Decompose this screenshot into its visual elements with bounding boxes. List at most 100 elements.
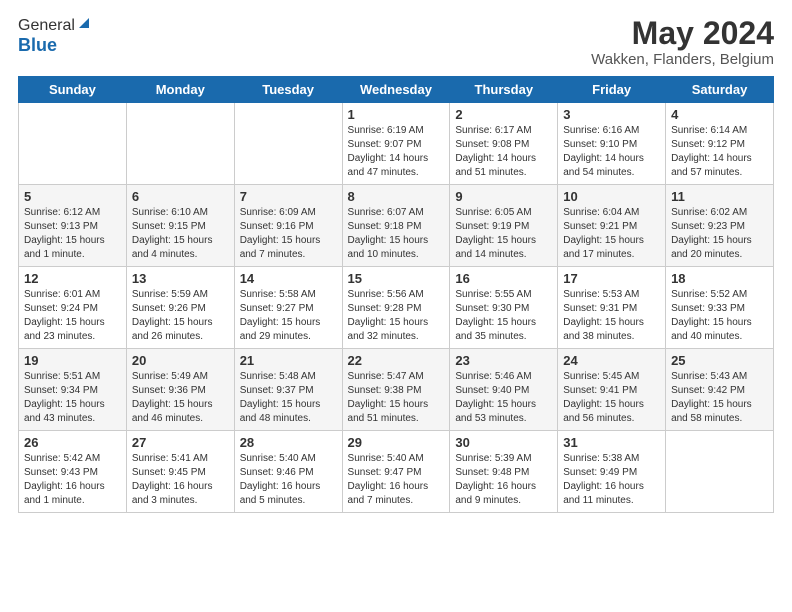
logo-blue-text: Blue [18,35,57,55]
calendar-cell: 6Sunrise: 6:10 AMSunset: 9:15 PMDaylight… [126,185,234,267]
col-header-saturday: Saturday [666,77,774,103]
cell-info: Sunrise: 5:52 AMSunset: 9:33 PMDaylight:… [671,288,768,344]
sunrise-text: Sunrise: 5:48 AM [240,370,337,384]
sunrise-text: Sunrise: 5:42 AM [24,452,121,466]
daylight-text: Daylight: 16 hours and 11 minutes. [563,480,660,508]
sunrise-text: Sunrise: 5:59 AM [132,288,229,302]
col-header-monday: Monday [126,77,234,103]
sunrise-text: Sunrise: 5:41 AM [132,452,229,466]
sunset-text: Sunset: 9:31 PM [563,302,660,316]
daylight-text: Daylight: 14 hours and 57 minutes. [671,152,768,180]
sunrise-text: Sunrise: 6:10 AM [132,206,229,220]
day-number: 6 [132,189,229,204]
logo-general-text: General [18,17,75,35]
day-number: 1 [348,107,445,122]
calendar-cell: 28Sunrise: 5:40 AMSunset: 9:46 PMDayligh… [234,431,342,513]
sunset-text: Sunset: 9:48 PM [455,466,552,480]
calendar-cell [126,103,234,185]
day-number: 24 [563,353,660,368]
day-number: 31 [563,435,660,450]
calendar-cell: 26Sunrise: 5:42 AMSunset: 9:43 PMDayligh… [19,431,127,513]
cell-info: Sunrise: 5:59 AMSunset: 9:26 PMDaylight:… [132,288,229,344]
daylight-text: Daylight: 15 hours and 29 minutes. [240,316,337,344]
calendar-cell: 25Sunrise: 5:43 AMSunset: 9:42 PMDayligh… [666,349,774,431]
calendar-cell: 31Sunrise: 5:38 AMSunset: 9:49 PMDayligh… [558,431,666,513]
sunset-text: Sunset: 9:38 PM [348,384,445,398]
logo-triangle-icon [77,16,91,30]
cell-info: Sunrise: 5:55 AMSunset: 9:30 PMDaylight:… [455,288,552,344]
daylight-text: Daylight: 15 hours and 53 minutes. [455,398,552,426]
sunset-text: Sunset: 9:42 PM [671,384,768,398]
col-header-tuesday: Tuesday [234,77,342,103]
calendar-cell: 4 Sunrise: 6:14 AMSunset: 9:12 PMDaylight… [666,103,774,185]
day-number: 27 [132,435,229,450]
calendar-table: SundayMondayTuesdayWednesdayThursdayFrid… [18,76,774,513]
calendar-week-1: 1Sunrise: 6:19 AMSunset: 9:07 PMDaylight… [19,103,774,185]
col-header-sunday: Sunday [19,77,127,103]
day-number: 18 [671,271,768,286]
sunrise-text: Sunrise: 6:16 AM [563,124,660,138]
calendar-cell: 12Sunrise: 6:01 AMSunset: 9:24 PMDayligh… [19,267,127,349]
calendar-cell: 19Sunrise: 5:51 AMSunset: 9:34 PMDayligh… [19,349,127,431]
calendar-cell: 18 Sunrise: 5:52 AMSunset: 9:33 PMDayligh… [666,267,774,349]
sunset-text: Sunset: 9:24 PM [24,302,121,316]
cell-info: Sunrise: 6:17 AMSunset: 9:08 PMDaylight:… [455,124,552,180]
daylight-text: Daylight: 16 hours and 1 minute. [24,480,121,508]
sunset-text: Sunset: 9:33 PM [671,302,768,316]
day-number: 15 [348,271,445,286]
day-number: 25 [671,353,768,368]
day-number: 9 [455,189,552,204]
sunset-text: Sunset: 9:12 PM [671,138,768,152]
daylight-text: Daylight: 15 hours and 40 minutes. [671,316,768,344]
title-block: May 2024 Wakken, Flanders, Belgium [591,16,774,68]
calendar-cell: 23Sunrise: 5:46 AMSunset: 9:40 PMDayligh… [450,349,558,431]
daylight-text: Daylight: 16 hours and 5 minutes. [240,480,337,508]
col-header-friday: Friday [558,77,666,103]
sunset-text: Sunset: 9:46 PM [240,466,337,480]
calendar-cell: 8Sunrise: 6:07 AMSunset: 9:18 PMDaylight… [342,185,450,267]
sunset-text: Sunset: 9:26 PM [132,302,229,316]
sunrise-text: Sunrise: 5:53 AM [563,288,660,302]
month-title: May 2024 [591,16,774,51]
day-number: 4 [671,107,768,122]
sunset-text: Sunset: 9:40 PM [455,384,552,398]
calendar-cell: 13Sunrise: 5:59 AMSunset: 9:26 PMDayligh… [126,267,234,349]
calendar-cell: 17Sunrise: 5:53 AMSunset: 9:31 PMDayligh… [558,267,666,349]
sunrise-text: Sunrise: 5:56 AM [348,288,445,302]
calendar-cell: 9Sunrise: 6:05 AMSunset: 9:19 PMDaylight… [450,185,558,267]
cell-info: Sunrise: 6:16 AMSunset: 9:10 PMDaylight:… [563,124,660,180]
cell-info: Sunrise: 6:01 AMSunset: 9:24 PMDaylight:… [24,288,121,344]
daylight-text: Daylight: 15 hours and 4 minutes. [132,234,229,262]
calendar-cell: 27Sunrise: 5:41 AMSunset: 9:45 PMDayligh… [126,431,234,513]
sunset-text: Sunset: 9:41 PM [563,384,660,398]
sunrise-text: Sunrise: 5:43 AM [671,370,768,384]
sunrise-text: Sunrise: 6:01 AM [24,288,121,302]
day-number: 26 [24,435,121,450]
sunrise-text: Sunrise: 6:05 AM [455,206,552,220]
col-header-wednesday: Wednesday [342,77,450,103]
sunset-text: Sunset: 9:10 PM [563,138,660,152]
day-number: 28 [240,435,337,450]
calendar-cell: 20Sunrise: 5:49 AMSunset: 9:36 PMDayligh… [126,349,234,431]
logo: General Blue [18,16,91,56]
sunrise-text: Sunrise: 5:47 AM [348,370,445,384]
daylight-text: Daylight: 15 hours and 35 minutes. [455,316,552,344]
sunset-text: Sunset: 9:21 PM [563,220,660,234]
calendar-cell: 22Sunrise: 5:47 AMSunset: 9:38 PMDayligh… [342,349,450,431]
daylight-text: Daylight: 15 hours and 32 minutes. [348,316,445,344]
cell-info: Sunrise: 5:56 AMSunset: 9:28 PMDaylight:… [348,288,445,344]
sunrise-text: Sunrise: 5:49 AM [132,370,229,384]
sunset-text: Sunset: 9:47 PM [348,466,445,480]
day-number: 20 [132,353,229,368]
calendar-cell: 3Sunrise: 6:16 AMSunset: 9:10 PMDaylight… [558,103,666,185]
daylight-text: Daylight: 15 hours and 26 minutes. [132,316,229,344]
daylight-text: Daylight: 14 hours and 47 minutes. [348,152,445,180]
sunrise-text: Sunrise: 6:14 AM [671,124,768,138]
cell-info: Sunrise: 5:39 AMSunset: 9:48 PMDaylight:… [455,452,552,508]
daylight-text: Daylight: 15 hours and 17 minutes. [563,234,660,262]
cell-info: Sunrise: 5:58 AMSunset: 9:27 PMDaylight:… [240,288,337,344]
daylight-text: Daylight: 15 hours and 1 minute. [24,234,121,262]
sunrise-text: Sunrise: 6:12 AM [24,206,121,220]
calendar-week-4: 19Sunrise: 5:51 AMSunset: 9:34 PMDayligh… [19,349,774,431]
day-number: 29 [348,435,445,450]
